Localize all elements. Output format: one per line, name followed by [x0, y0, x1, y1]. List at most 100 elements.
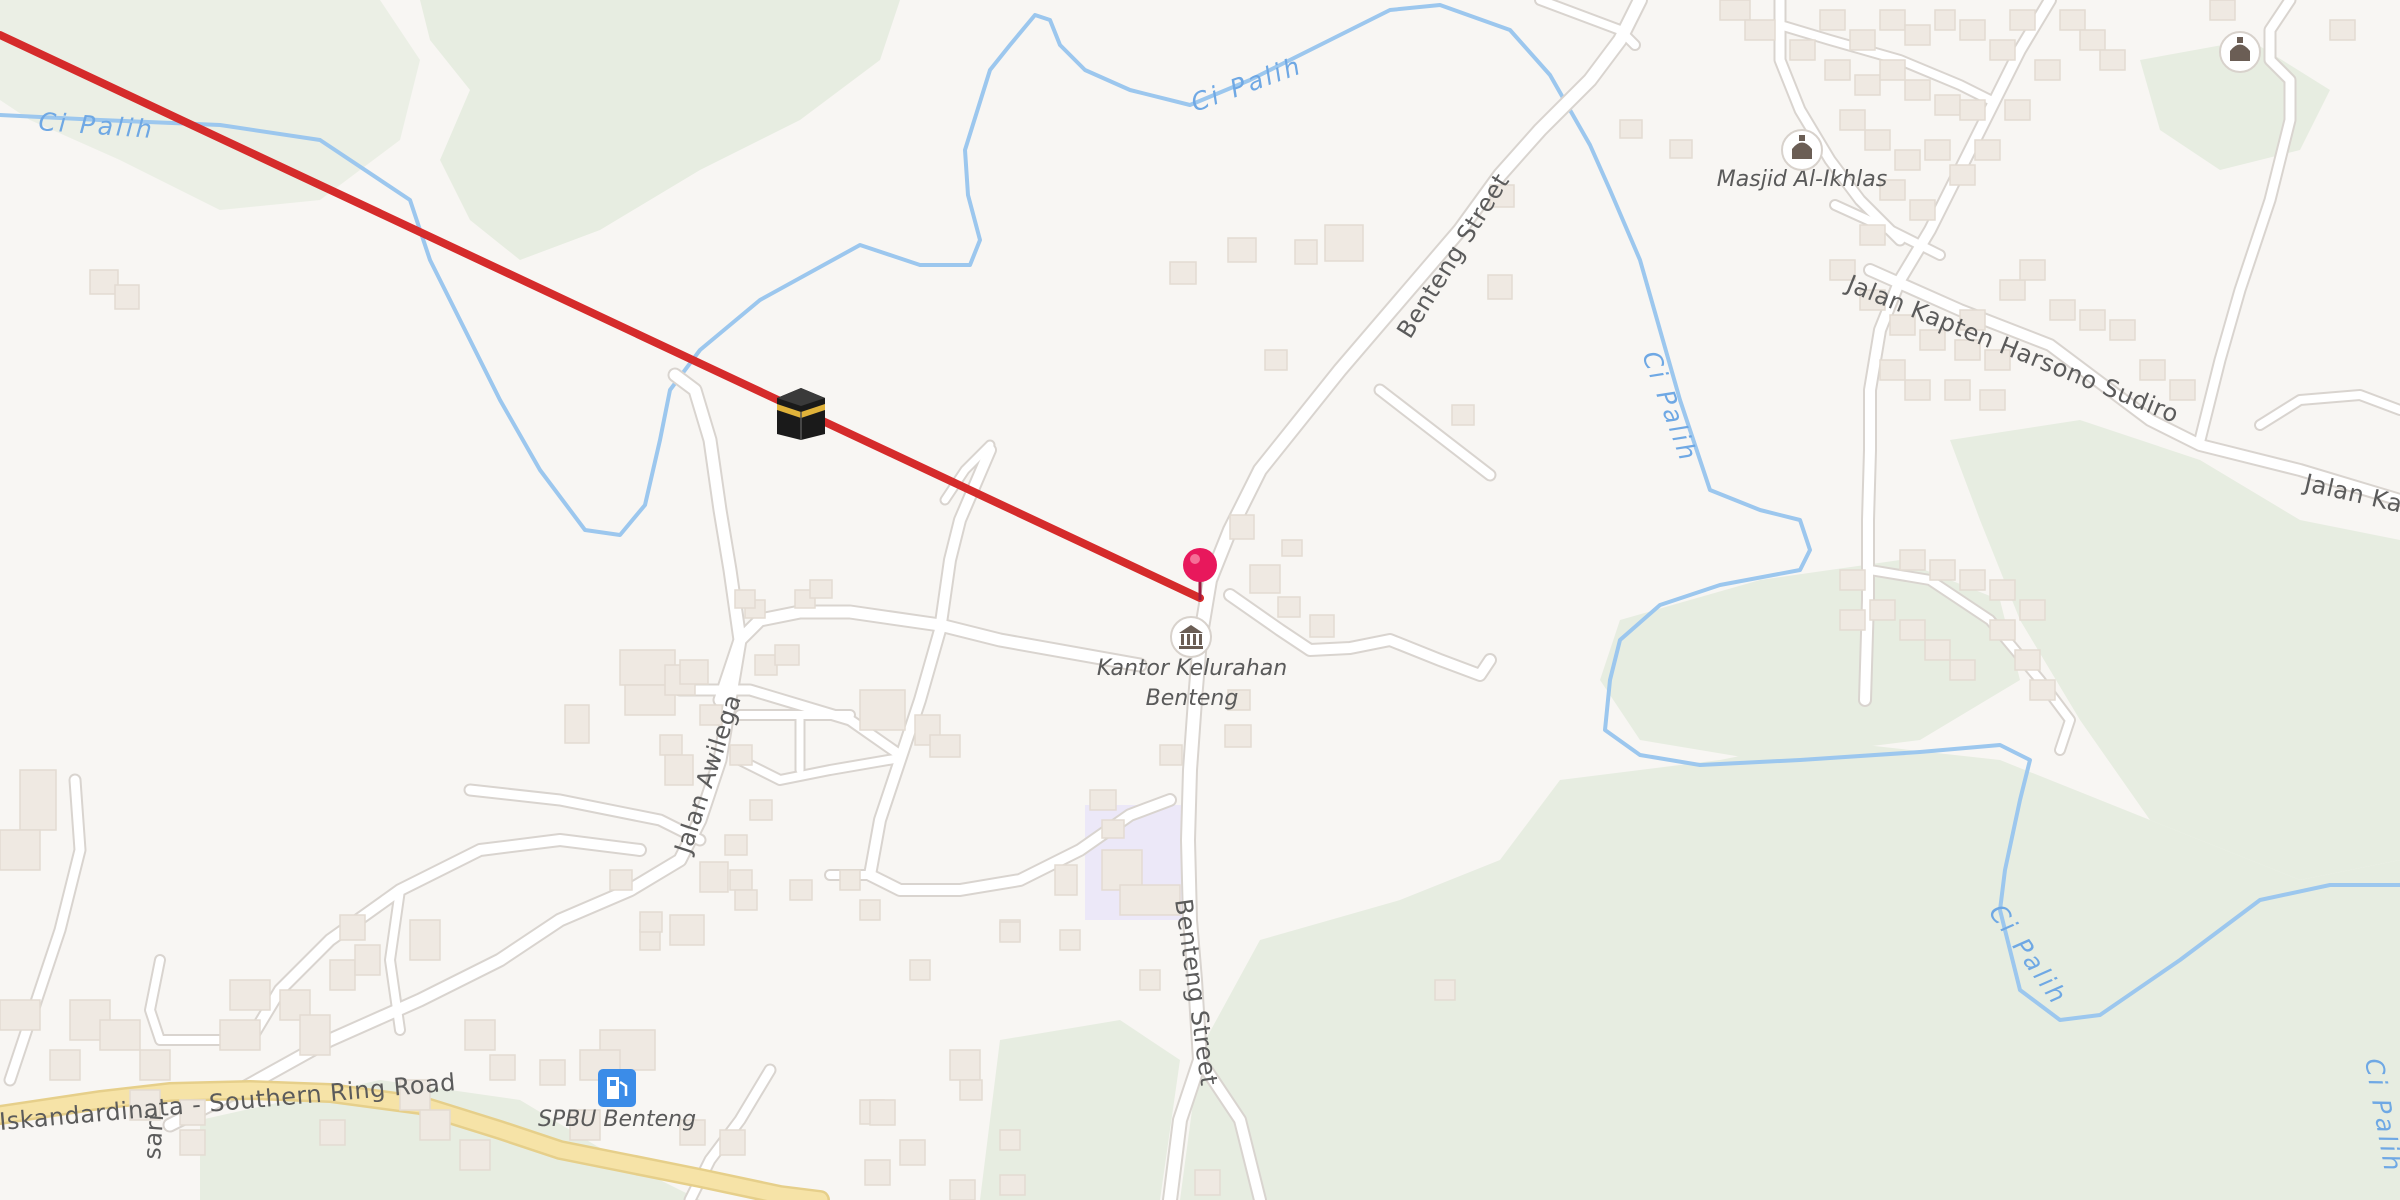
- building: [1924, 139, 1951, 161]
- building: [1054, 864, 1078, 896]
- building: [639, 911, 663, 933]
- building: [219, 1019, 261, 1051]
- building: [1879, 9, 1906, 31]
- building: [1879, 59, 1906, 81]
- building: [19, 769, 57, 831]
- building: [1224, 724, 1252, 748]
- building: [1904, 379, 1931, 401]
- building: [339, 914, 366, 941]
- building: [2019, 599, 2046, 621]
- building: [1487, 274, 1513, 300]
- building: [699, 861, 729, 893]
- poi-label-spbu: SPBU Benteng: [538, 1107, 696, 1132]
- building: [724, 834, 748, 856]
- building: [1879, 359, 1906, 381]
- building: [1899, 619, 1926, 641]
- building: [459, 1139, 491, 1171]
- building: [2079, 309, 2106, 331]
- building: [1999, 279, 2026, 301]
- road[interactable]: [1375, 385, 1495, 480]
- building: [419, 1109, 451, 1141]
- building: [2109, 319, 2136, 341]
- building: [679, 659, 709, 685]
- building: [539, 1059, 566, 1086]
- building: [0, 829, 41, 871]
- building: [999, 921, 1021, 943]
- building: [1619, 119, 1643, 139]
- building: [659, 734, 683, 756]
- road-label: Benteng Street: [1391, 168, 1515, 343]
- building: [859, 899, 881, 921]
- building: [1904, 24, 1931, 46]
- building: [1849, 29, 1876, 51]
- building: [1869, 599, 1896, 621]
- road[interactable]: [465, 785, 705, 845]
- building: [1249, 564, 1281, 594]
- building: [2209, 0, 2236, 21]
- mosque-icon[interactable]: [2219, 31, 2261, 73]
- building: [1909, 199, 1936, 221]
- building: [1281, 539, 1303, 557]
- building: [789, 879, 813, 901]
- kaaba-icon[interactable]: [777, 388, 825, 440]
- building: [2049, 299, 2076, 321]
- building: [1824, 59, 1851, 81]
- building: [1959, 99, 1986, 121]
- building: [179, 1129, 206, 1156]
- building: [734, 589, 756, 609]
- building: [729, 744, 753, 766]
- building: [2059, 9, 2086, 31]
- government-building-icon[interactable]: [1170, 616, 1212, 658]
- building: [0, 999, 41, 1031]
- building: [1894, 149, 1921, 171]
- building: [949, 1049, 981, 1081]
- building: [1059, 929, 1081, 951]
- poi-label-kantor: Benteng: [1146, 686, 1239, 711]
- building: [2329, 19, 2356, 41]
- building: [2099, 49, 2126, 71]
- building: [1899, 549, 1926, 571]
- building: [639, 929, 661, 951]
- building: [1989, 39, 2016, 61]
- building: [899, 1139, 926, 1166]
- fuel-station-icon[interactable]: [598, 1069, 636, 1107]
- building: [1101, 849, 1143, 891]
- building: [89, 269, 119, 295]
- river-label: Ci Palih: [1636, 347, 1703, 466]
- building: [1434, 979, 1456, 1001]
- building: [1719, 0, 1751, 21]
- building: [49, 1049, 81, 1081]
- building: [1194, 1169, 1221, 1196]
- road[interactable]: [2256, 391, 2400, 429]
- building: [1929, 559, 1956, 581]
- building: [1089, 789, 1117, 811]
- building: [1989, 579, 2016, 601]
- building: [949, 1179, 976, 1200]
- building: [409, 919, 441, 961]
- building: [1789, 39, 1816, 61]
- building: [1819, 9, 1846, 31]
- building: [1839, 569, 1866, 591]
- map-canvas[interactable]: Ci Palih Ci Palih Ci Palih Ci Palih Ci P…: [0, 0, 2400, 1200]
- building: [1229, 514, 1255, 540]
- building: [1949, 659, 1976, 681]
- building: [319, 1119, 346, 1146]
- building: [489, 1054, 516, 1081]
- building: [329, 959, 356, 991]
- road-label: sari: [138, 1113, 169, 1161]
- building: [734, 889, 758, 911]
- building: [774, 644, 800, 666]
- building: [1854, 74, 1881, 96]
- building: [1264, 349, 1288, 371]
- building: [114, 284, 140, 310]
- building: [1989, 619, 2016, 641]
- building: [609, 869, 633, 891]
- building: [2034, 59, 2061, 81]
- mosque-icon[interactable]: [1781, 129, 1823, 171]
- building: [1101, 819, 1125, 839]
- building: [999, 1174, 1026, 1196]
- building: [564, 704, 590, 744]
- building: [864, 1159, 891, 1186]
- building: [2169, 379, 2196, 401]
- road[interactable]: [164, 369, 746, 1131]
